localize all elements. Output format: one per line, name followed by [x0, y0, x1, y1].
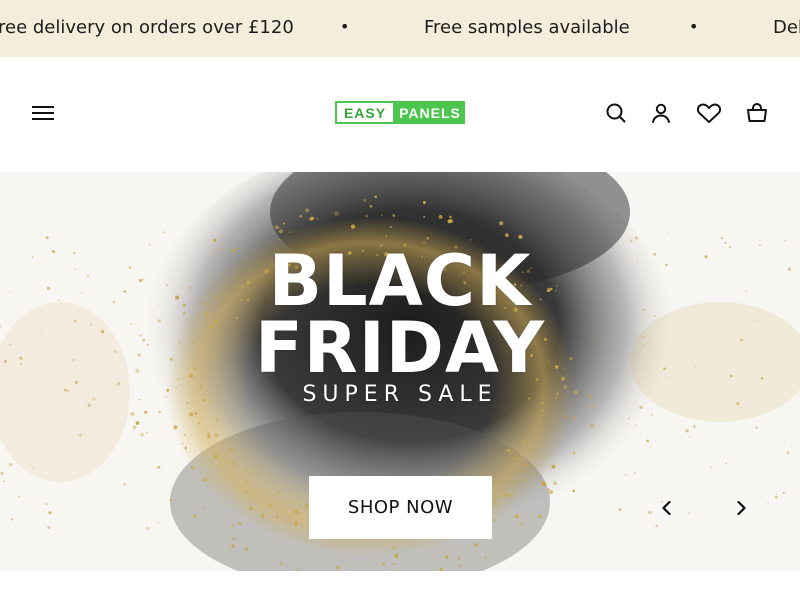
wishlist-icon[interactable] — [696, 101, 722, 125]
hero-banner: BLACK FRIDAY SUPER SALE SHOP NOW — [0, 172, 800, 571]
announcement-separator: • — [340, 17, 350, 36]
page-content-start — [0, 571, 800, 600]
chevron-right-icon[interactable] — [731, 498, 751, 518]
logo-panels: PANELS — [395, 101, 465, 124]
announcement-separator: • — [689, 17, 699, 36]
hero-title-line2: FRIDAY — [254, 307, 546, 389]
logo-easy: EASY — [335, 101, 395, 124]
chevron-left-icon[interactable] — [657, 498, 677, 518]
announcement-delivery: ree delivery on orders over £120 — [0, 17, 294, 38]
account-icon[interactable] — [649, 101, 673, 125]
site-logo[interactable]: EASY PANELS — [335, 101, 465, 124]
search-icon[interactable] — [604, 101, 628, 125]
site-header: EASY PANELS — [0, 57, 800, 172]
menu-icon[interactable] — [32, 105, 54, 121]
hero-subtitle: SUPER SALE — [302, 382, 498, 407]
announcement-samples: Free samples available — [424, 17, 630, 38]
announcement-bar: ree delivery on orders over £120 • Free … — [0, 0, 800, 57]
announcement-next: Del — [773, 17, 800, 38]
shop-now-button[interactable]: SHOP NOW — [309, 476, 492, 539]
cart-icon[interactable] — [745, 101, 769, 125]
